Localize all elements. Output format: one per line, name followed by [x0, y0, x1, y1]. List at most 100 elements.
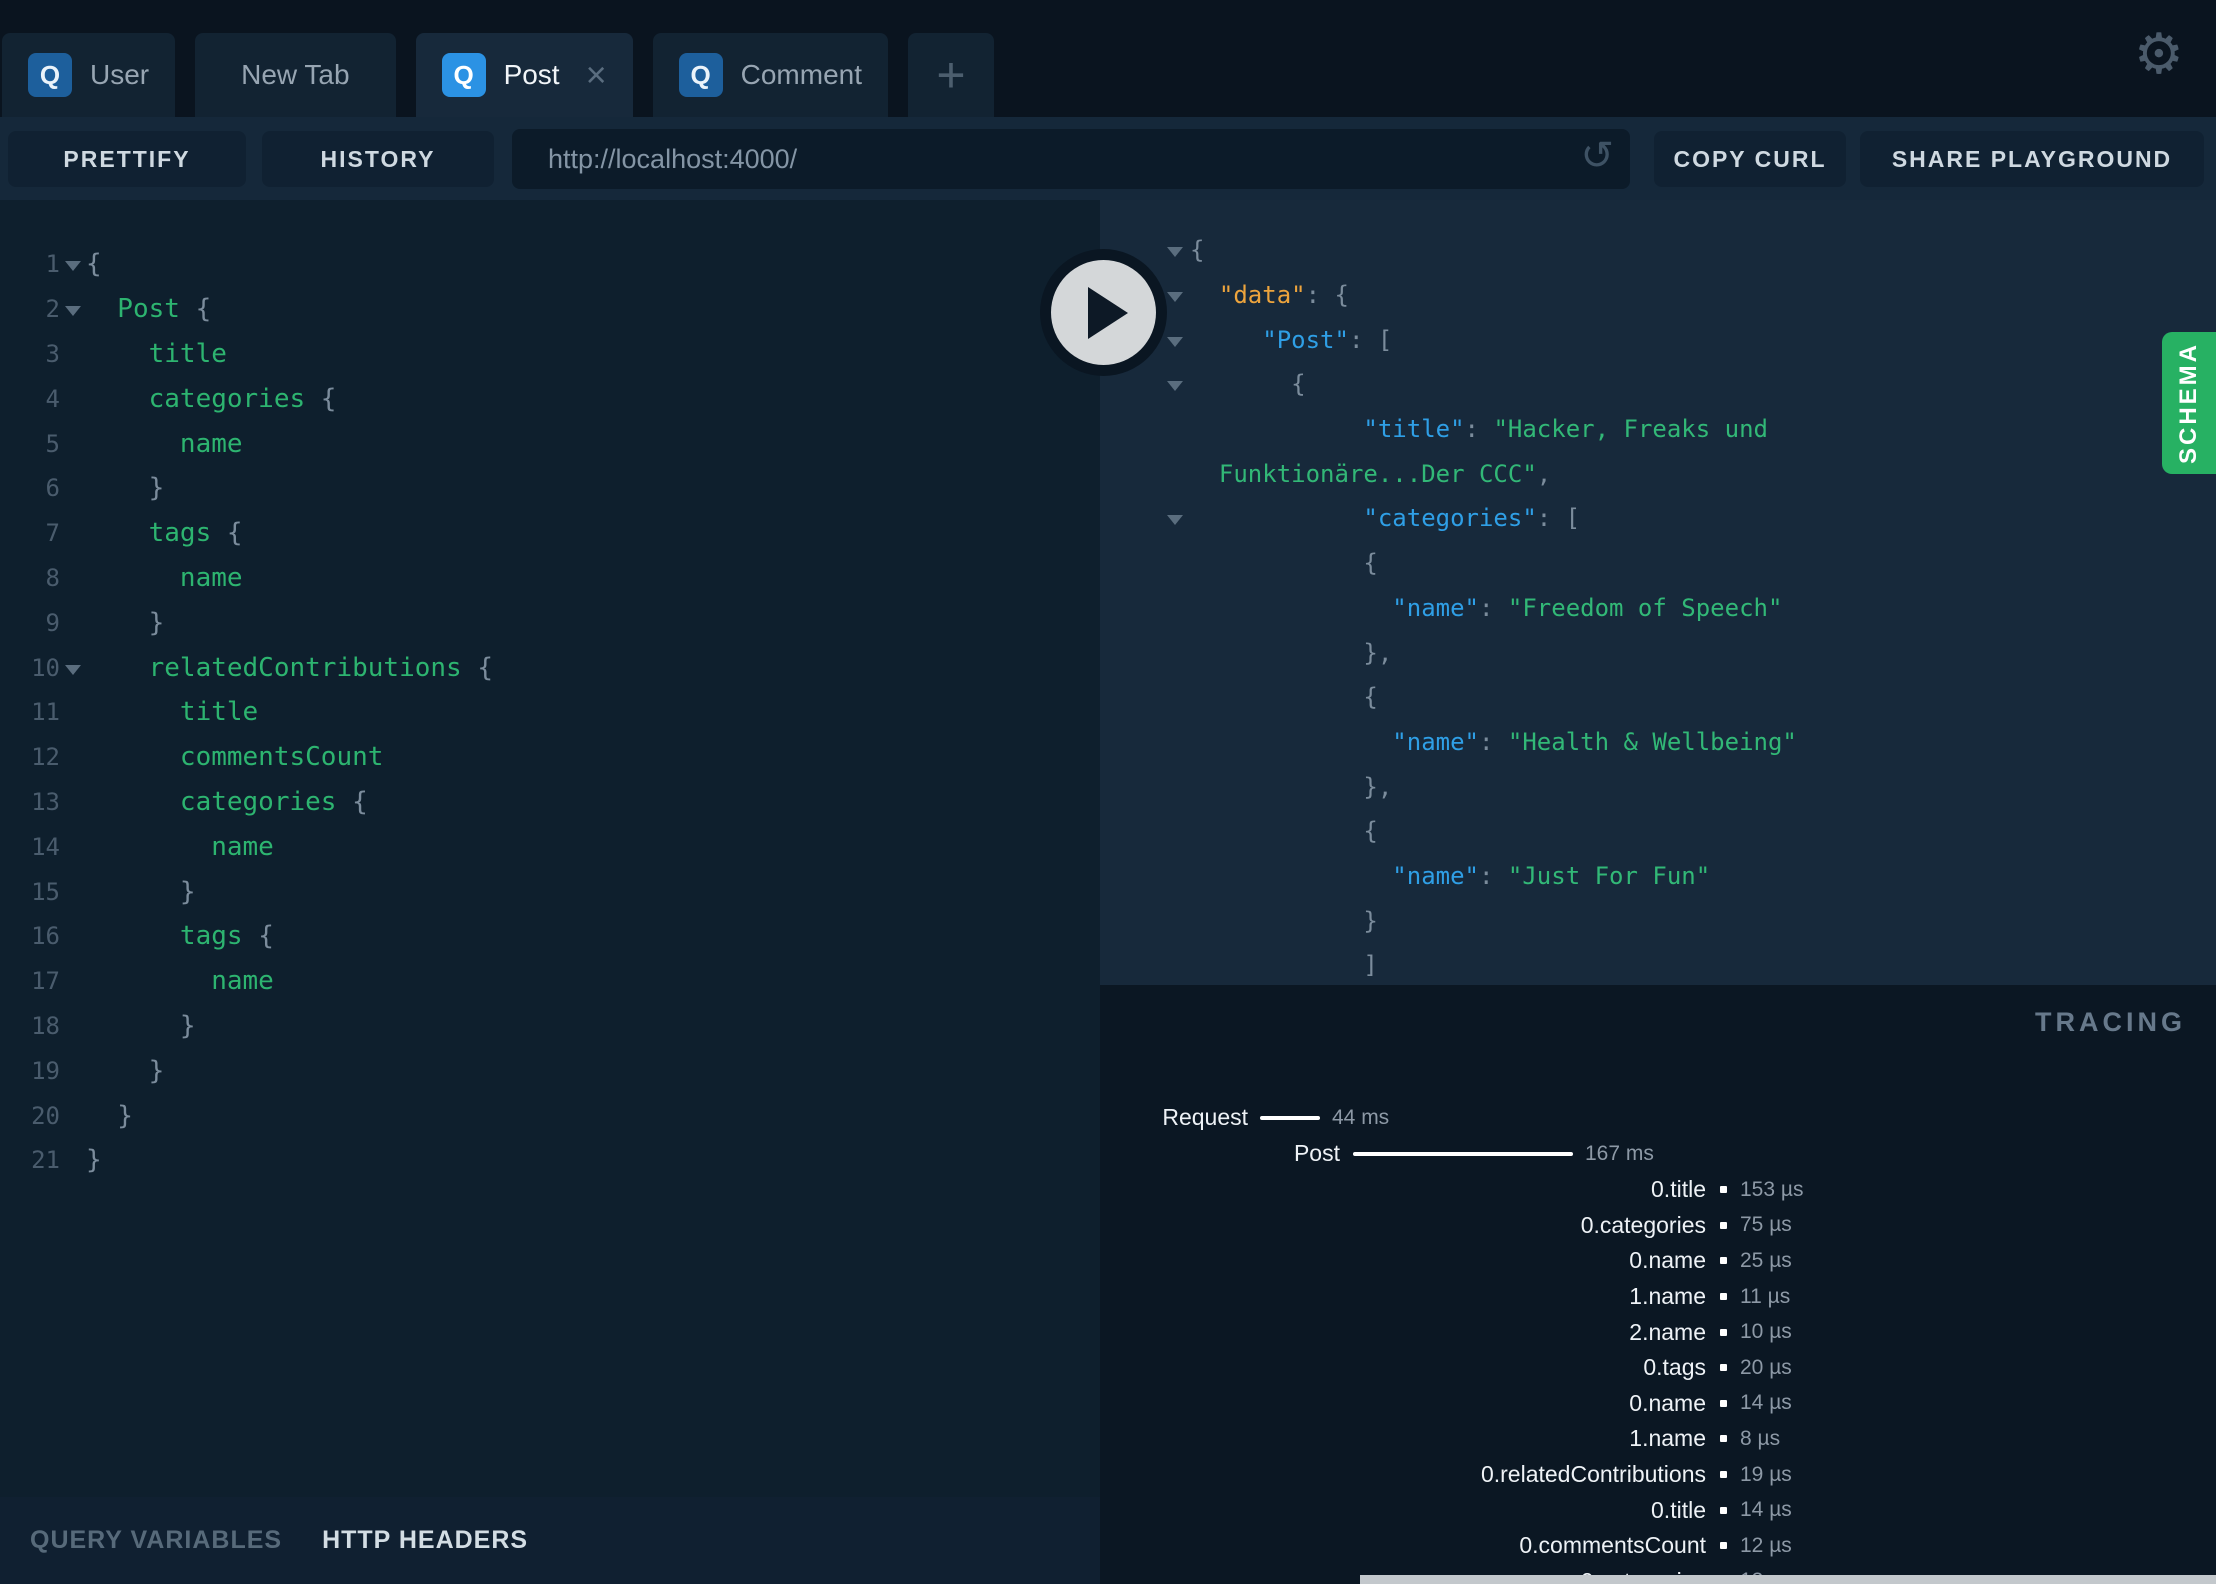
- code-text: "name": "Just For Fun": [1190, 861, 1711, 890]
- fold-arrow-icon[interactable]: [60, 302, 86, 317]
- trace-duration-dot: [1720, 1364, 1727, 1372]
- code-text: Post {: [86, 294, 212, 325]
- trace-field-duration: 8 µs: [1740, 1426, 1781, 1450]
- trace-label: Request: [1162, 1104, 1248, 1130]
- fold-arrow-icon[interactable]: [1160, 333, 1190, 347]
- fold-arrow-icon[interactable]: [1160, 243, 1190, 258]
- chevron-down-icon: [1167, 247, 1183, 258]
- chevron-down-icon: [65, 664, 81, 675]
- tab-post[interactable]: Q Post ×: [415, 33, 633, 117]
- trace-field-row: 0.commentsCount 12 µs: [1100, 1528, 2216, 1564]
- toolbar: PRETTIFY HISTORY ↺ COPY CURL SHARE PLAYG…: [0, 117, 2216, 200]
- code-text: }: [86, 1055, 165, 1086]
- trace-label: Post: [1293, 1140, 1340, 1166]
- settings-gear-icon[interactable]: ⚙: [2134, 22, 2184, 87]
- trace-span-post: Post 167 ms: [1100, 1140, 2216, 1170]
- line-number: 18: [31, 1011, 60, 1040]
- response-line: ]: [1100, 943, 2216, 985]
- plus-icon: +: [936, 47, 966, 103]
- editor-line: 21}: [0, 1138, 1100, 1183]
- line-number: 9: [45, 608, 60, 637]
- trace-field-label: 1.name: [1629, 1425, 1706, 1452]
- tracing-horizontal-scrollbar[interactable]: [1360, 1575, 2216, 1584]
- trace-field-label: 0.title: [1651, 1176, 1706, 1203]
- code-text: commentsCount: [86, 742, 384, 773]
- prettify-button[interactable]: PRETTIFY: [8, 131, 246, 187]
- execute-query-button[interactable]: [1040, 249, 1167, 376]
- trace-field-duration: 20 µs: [1740, 1355, 1792, 1379]
- trace-field-row: 1.name 11 µs: [1100, 1279, 2216, 1315]
- response-line: "categories": [: [1100, 496, 2216, 541]
- editor-line: 19 }: [0, 1048, 1100, 1093]
- response-line: {: [1100, 228, 2216, 273]
- line-number: 14: [31, 832, 60, 861]
- response-viewer[interactable]: { "data": { "Post": [ { "title": "Hacker…: [1100, 200, 2216, 985]
- tab-comment[interactable]: Q Comment: [652, 33, 888, 117]
- tab-query-variables[interactable]: QUERY VARIABLES: [30, 1526, 282, 1555]
- code-text: relatedContributions {: [86, 652, 493, 683]
- line-number: 15: [31, 877, 60, 906]
- response-line: "data": {: [1100, 273, 2216, 318]
- trace-duration-dot: [1720, 1328, 1727, 1336]
- close-tab-icon[interactable]: ×: [586, 57, 607, 93]
- trace-field-row: 2.name 10 µs: [1100, 1314, 2216, 1350]
- fold-arrow-icon[interactable]: [1160, 377, 1190, 392]
- history-button[interactable]: HISTORY: [262, 131, 494, 187]
- share-playground-button[interactable]: SHARE PLAYGROUND: [1860, 131, 2204, 187]
- code-text: ]: [1190, 951, 1378, 980]
- trace-field-duration: 153 µs: [1740, 1177, 1804, 1201]
- tab-user[interactable]: Q User: [2, 33, 176, 117]
- response-line: "name": "Health & Wellbeing": [1100, 720, 2216, 765]
- reload-schema-icon[interactable]: ↺: [1580, 133, 1614, 179]
- tab-label: New Tab: [241, 59, 350, 90]
- editor-line: 6 }: [0, 466, 1100, 511]
- editor-line: 9 }: [0, 600, 1100, 645]
- query-badge-icon: Q: [28, 53, 72, 97]
- editor-line: 18 }: [0, 1004, 1100, 1049]
- trace-field-duration: 25 µs: [1740, 1248, 1792, 1272]
- line-number: 19: [31, 1056, 60, 1085]
- response-line: "Post": [: [1100, 317, 2216, 362]
- trace-bar: [1260, 1116, 1320, 1120]
- trace-field-row: 0.categories 75 µs: [1100, 1208, 2216, 1244]
- code-text: categories {: [86, 786, 368, 817]
- trace-field-row: 0.title 153 µs: [1100, 1172, 2216, 1208]
- line-number: 2: [45, 295, 60, 324]
- tab-new-tab[interactable]: New Tab: [195, 33, 396, 117]
- fold-arrow-icon[interactable]: [1160, 511, 1190, 526]
- code-text: {: [86, 249, 102, 280]
- response-line: "title": "Hacker, Freaks und: [1100, 407, 2216, 452]
- response-line: {: [1100, 675, 2216, 720]
- editor-line: 13 categories {: [0, 780, 1100, 825]
- trace-duration-dot: [1720, 1506, 1727, 1514]
- query-editor[interactable]: 1{2 Post {3 title 4 categories {5 name 6 }…: [0, 200, 1100, 1497]
- editor-line: 7 tags {: [0, 511, 1100, 556]
- graphql-playground: Q User New Tab Q Post × Q Comment + ⚙ PRETTIFY H…: [0, 0, 2216, 1584]
- editor-line: 8 name: [0, 556, 1100, 601]
- trace-duration: 44 ms: [1332, 1106, 1390, 1129]
- line-number: 20: [31, 1101, 60, 1130]
- code-text: }: [86, 607, 165, 638]
- add-tab-button[interactable]: +: [908, 33, 994, 117]
- code-text: title: [86, 697, 259, 728]
- schema-side-tab[interactable]: SCHEMA: [2162, 332, 2216, 474]
- trace-field-row: 1.name 8 µs: [1100, 1421, 2216, 1457]
- code-text: "name": "Health & Wellbeing": [1190, 727, 1797, 756]
- tab-http-headers[interactable]: HTTP HEADERS: [322, 1526, 528, 1555]
- editor-line: 16 tags {: [0, 914, 1100, 959]
- trace-field-row: 0.tags 20 µs: [1100, 1350, 2216, 1386]
- trace-field-label: 1.name: [1629, 1283, 1706, 1310]
- tab-bar: Q User New Tab Q Post × Q Comment + ⚙: [0, 0, 2216, 117]
- code-text: }: [1190, 906, 1378, 935]
- editor-line: 17 name: [0, 959, 1100, 1004]
- fold-arrow-icon[interactable]: [60, 257, 86, 272]
- endpoint-url-input[interactable]: [512, 129, 1630, 189]
- fold-arrow-icon[interactable]: [60, 661, 86, 675]
- response-line: {: [1100, 362, 2216, 407]
- trace-field-duration: 12 µs: [1740, 1533, 1792, 1557]
- code-text: Funktionäre...Der CCC",: [1190, 459, 1552, 488]
- code-text: name: [86, 831, 274, 862]
- copy-curl-button[interactable]: COPY CURL: [1654, 131, 1846, 187]
- code-text: }: [86, 1100, 133, 1131]
- trace-field-duration: 14 µs: [1740, 1391, 1792, 1415]
